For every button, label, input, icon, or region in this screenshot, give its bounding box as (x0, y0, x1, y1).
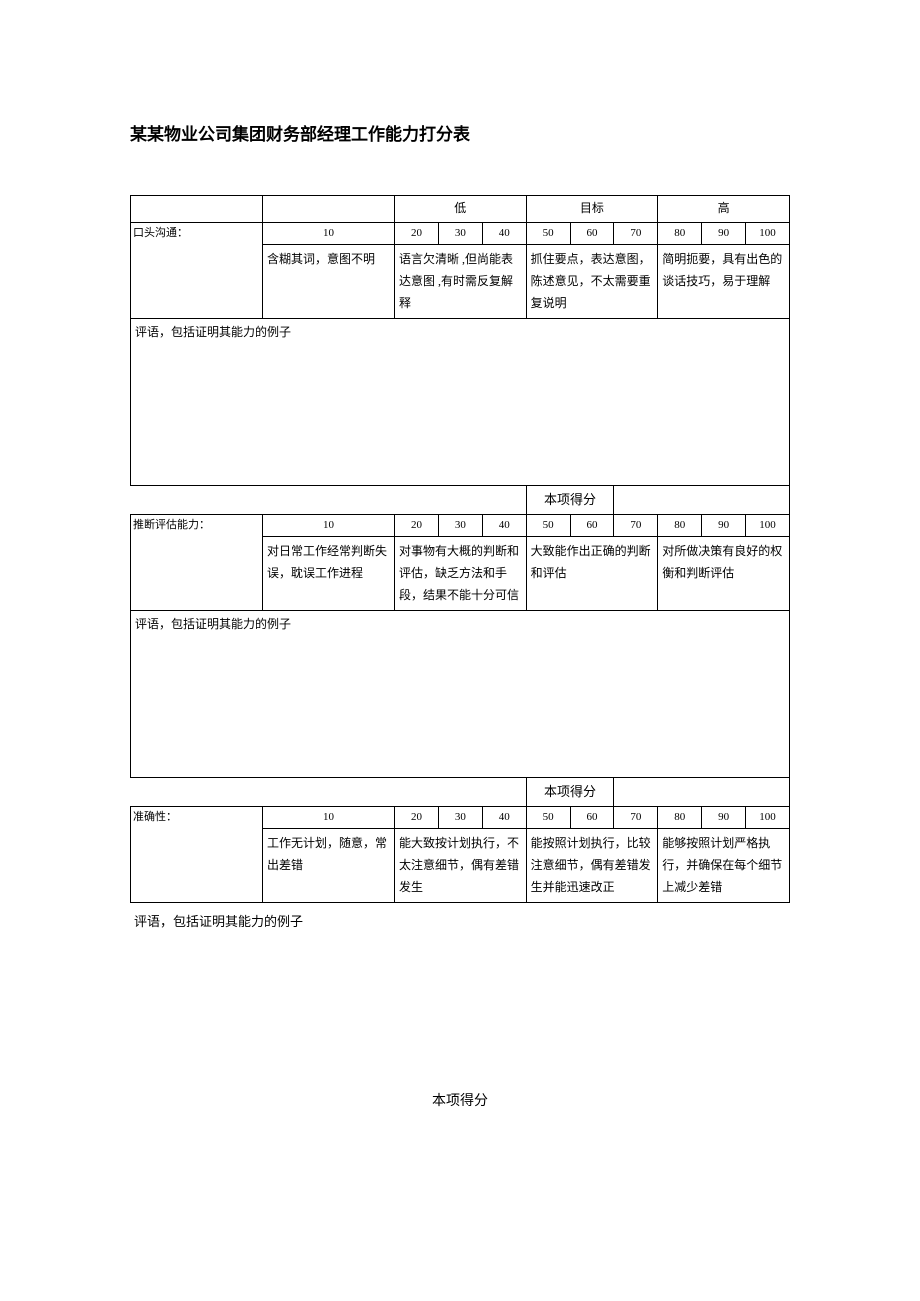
page-title: 某某物业公司集团财务部经理工作能力打分表 (130, 120, 790, 145)
subscore-label: 本项得分 (526, 486, 614, 514)
score-cell: 90 (702, 514, 746, 537)
score-cell: 10 (263, 222, 395, 245)
score-cell: 70 (614, 222, 658, 245)
score-cell: 10 (263, 514, 395, 537)
score-cell: 50 (526, 514, 570, 537)
subscore-outside: 本项得分 (130, 1090, 790, 1110)
scoring-table: 低 目标 高 口头沟通： 10 20 30 40 50 60 70 80 90 … (130, 195, 790, 903)
desc-cell: 对事物有大概的判断和评估，缺乏方法和手段，结果不能十分可信 (395, 537, 527, 611)
score-cell: 30 (438, 514, 482, 537)
score-cell: 100 (746, 514, 790, 537)
score-cell: 60 (570, 222, 614, 245)
score-cell: 20 (395, 514, 439, 537)
score-cell: 100 (746, 806, 790, 829)
score-cell: 40 (482, 806, 526, 829)
header-blank (263, 196, 395, 223)
desc-cell: 简明扼要，具有出色的谈话技巧，易于理解 (658, 245, 790, 319)
score-cell: 90 (702, 806, 746, 829)
desc-cell: 工作无计划，随意，常出差错 (263, 829, 395, 903)
comment-cell[interactable]: 评语，包括证明其能力的例子 (131, 611, 790, 778)
header-high: 高 (658, 196, 790, 223)
score-cell: 50 (526, 806, 570, 829)
desc-cell: 含糊其词，意图不明 (263, 245, 395, 319)
header-low: 低 (395, 196, 527, 223)
score-cell: 40 (482, 222, 526, 245)
desc-cell: 对日常工作经常判断失误，耽误工作进程 (263, 537, 395, 611)
subscore-value[interactable] (614, 486, 790, 514)
score-cell: 100 (746, 222, 790, 245)
score-cell: 50 (526, 222, 570, 245)
score-cell: 60 (570, 806, 614, 829)
section-label: 口头沟通： (131, 222, 263, 319)
header-target: 目标 (526, 196, 658, 223)
score-cell: 10 (263, 806, 395, 829)
section-label: 准确性： (131, 806, 263, 903)
score-cell: 80 (658, 806, 702, 829)
score-cell: 30 (438, 806, 482, 829)
subscore-value[interactable] (614, 778, 790, 806)
desc-cell: 语言欠清晰 ,但尚能表达意图 ,有时需反复解释 (395, 245, 527, 319)
comment-cell[interactable]: 评语，包括证明其能力的例子 (131, 319, 790, 486)
score-cell: 40 (482, 514, 526, 537)
blank-cell (131, 486, 527, 514)
subscore-label: 本项得分 (526, 778, 614, 806)
desc-cell: 能按照计划执行，比较注意细节，偶有差错发生并能迅速改正 (526, 829, 658, 903)
desc-cell: 抓住要点，表达意图，陈述意见，不太需要重复说明 (526, 245, 658, 319)
score-cell: 90 (702, 222, 746, 245)
section-label: 推断评估能力： (131, 514, 263, 611)
header-blank (131, 196, 263, 223)
score-cell: 30 (438, 222, 482, 245)
blank-cell (131, 778, 527, 806)
score-cell: 20 (395, 806, 439, 829)
score-cell: 20 (395, 222, 439, 245)
desc-cell: 对所做决策有良好的权衡和判断评估 (658, 537, 790, 611)
score-cell: 80 (658, 514, 702, 537)
score-cell: 80 (658, 222, 702, 245)
score-cell: 60 (570, 514, 614, 537)
desc-cell: 能够按照计划严格执行，并确保在每个细节上减少差错 (658, 829, 790, 903)
desc-cell: 大致能作出正确的判断和评估 (526, 537, 658, 611)
desc-cell: 能大致按计划执行，不太注意细节，偶有差错发生 (395, 829, 527, 903)
score-cell: 70 (614, 806, 658, 829)
comment-outside: 评语，包括证明其能力的例子 (130, 903, 790, 930)
score-cell: 70 (614, 514, 658, 537)
